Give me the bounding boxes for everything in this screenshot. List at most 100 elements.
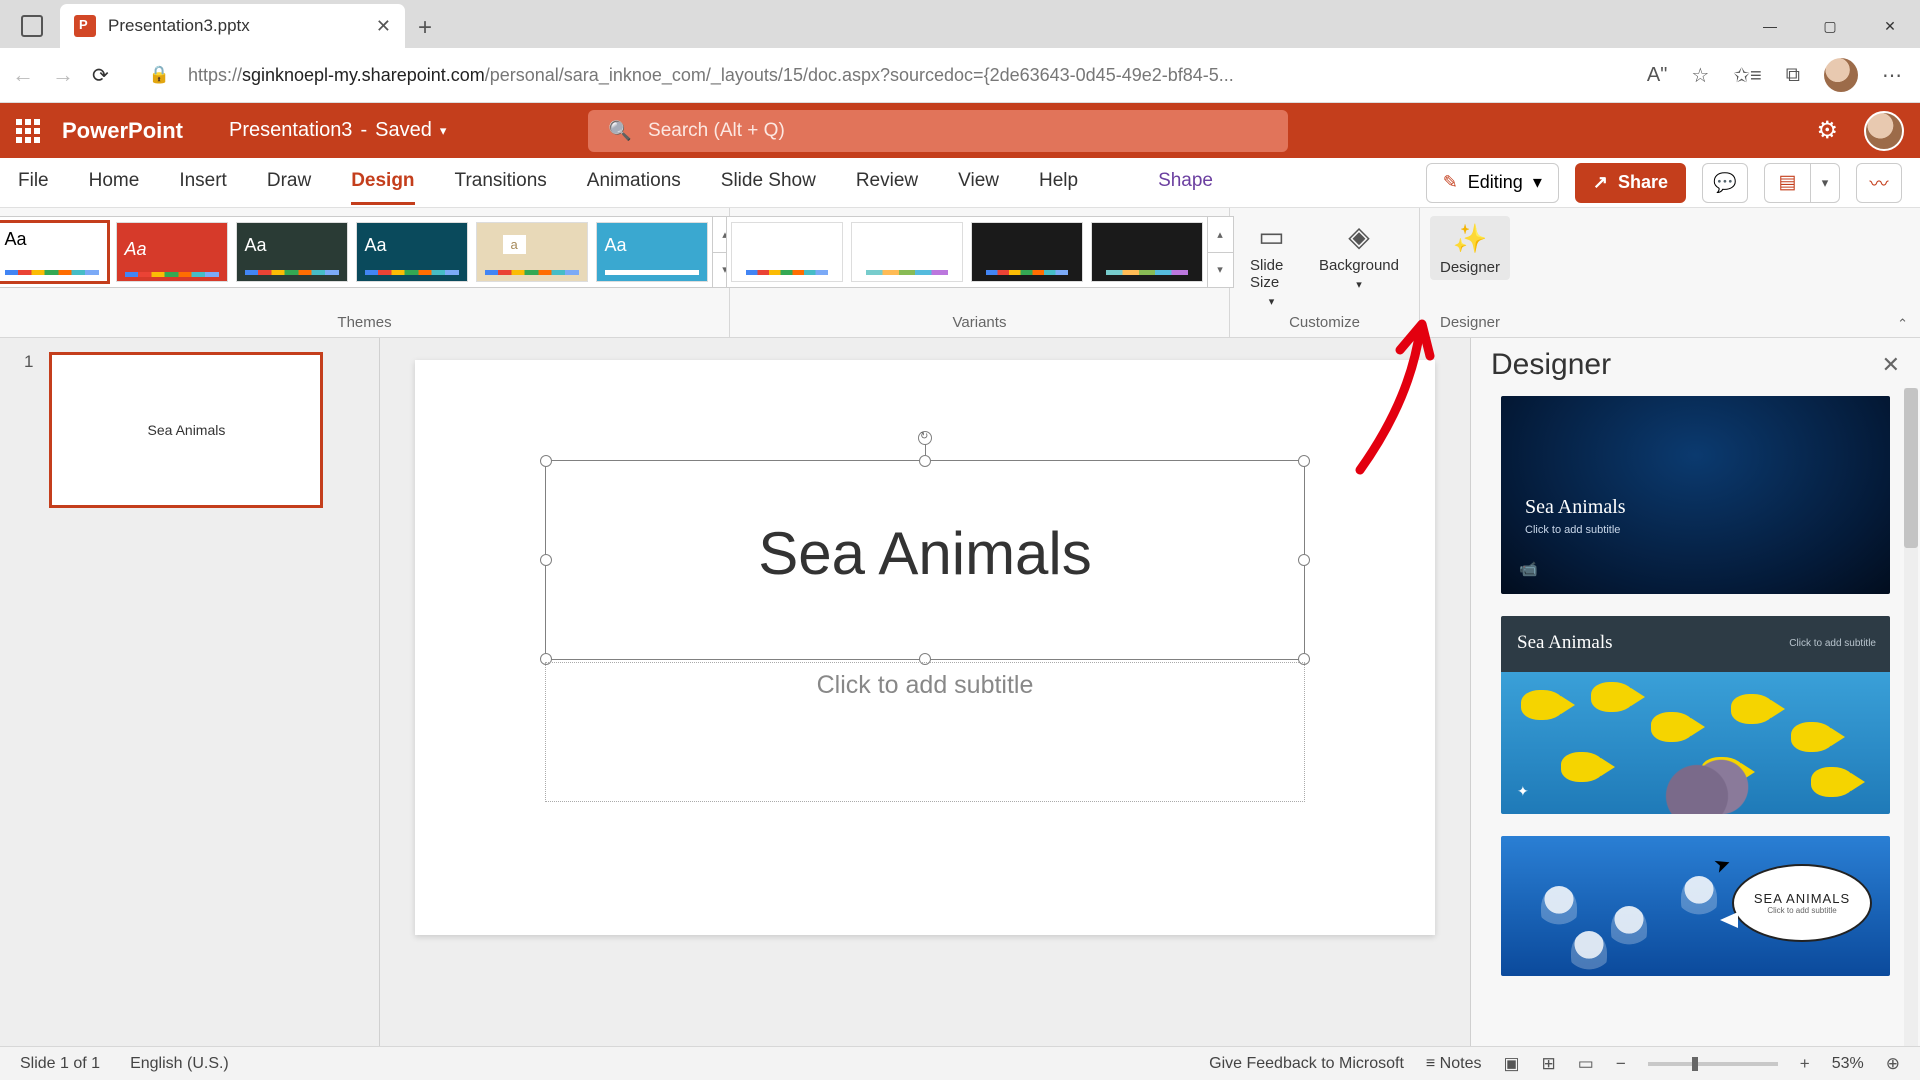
theme-item[interactable]: Aa <box>356 222 468 282</box>
feedback-link[interactable]: Give Feedback to Microsoft <box>1209 1055 1404 1073</box>
share-label: Share <box>1618 172 1668 193</box>
slide-counter[interactable]: Slide 1 of 1 <box>20 1055 100 1073</box>
normal-view-icon[interactable]: ▣ <box>1503 1054 1519 1074</box>
minimize-button[interactable]: — <box>1740 4 1800 48</box>
tab-review[interactable]: Review <box>856 160 918 205</box>
variant-item[interactable] <box>971 222 1083 282</box>
close-tab-icon[interactable]: ✕ <box>376 16 391 37</box>
zoom-in-button[interactable]: + <box>1800 1054 1810 1074</box>
sorter-view-icon[interactable]: ⊞ <box>1542 1054 1556 1074</box>
designer-button[interactable]: ✨ Designer <box>1430 216 1510 280</box>
design-suggestion[interactable]: SEA ANIMALS Click to add subtitle <box>1501 836 1890 976</box>
language-indicator[interactable]: English (U.S.) <box>130 1055 229 1073</box>
favorite-star-icon[interactable]: ☆ <box>1691 63 1709 88</box>
slide-canvas[interactable]: Sea Animals Click to add subtitle <box>415 360 1435 935</box>
rotate-handle[interactable] <box>918 431 932 445</box>
more-menu-icon[interactable]: ⋯ <box>1882 63 1902 88</box>
zoom-level[interactable]: 53% <box>1832 1055 1864 1073</box>
resize-handle[interactable] <box>540 554 552 566</box>
doc-name-text: Presentation3 <box>229 119 352 142</box>
close-window-button[interactable]: ✕ <box>1860 4 1920 48</box>
tab-slideshow[interactable]: Slide Show <box>721 160 816 205</box>
designer-pane: Designer ✕ Sea Animals Click to add subt… <box>1470 338 1920 1046</box>
refresh-button[interactable]: ⟳ <box>92 63 109 88</box>
close-pane-icon[interactable]: ✕ <box>1882 352 1900 378</box>
tab-actions-button[interactable] <box>9 3 54 48</box>
group-label-customize: Customize <box>1289 314 1360 335</box>
maximize-button[interactable]: ▢ <box>1800 4 1860 48</box>
zoom-out-button[interactable]: − <box>1616 1054 1626 1074</box>
url-path: /personal/sara_inknoe_com/_layouts/15/do… <box>485 65 1234 85</box>
forward-button: → <box>52 62 74 88</box>
theme-item[interactable]: Aa <box>596 222 708 282</box>
tab-transitions[interactable]: Transitions <box>455 160 547 205</box>
profile-avatar[interactable] <box>1824 58 1858 92</box>
slide-title[interactable]: Sea Animals <box>546 461 1304 588</box>
account-avatar[interactable] <box>1864 111 1904 151</box>
theme-item[interactable]: a <box>476 222 588 282</box>
slide-size-button[interactable]: ▭ Slide Size ▾ <box>1240 216 1303 312</box>
designer-scrollbar[interactable] <box>1904 388 1918 1046</box>
tab-design[interactable]: Design <box>351 160 414 205</box>
group-label-designer: Designer <box>1440 314 1500 335</box>
resize-handle[interactable] <box>540 455 552 467</box>
fit-to-window-icon[interactable]: ⊕ <box>1886 1054 1900 1074</box>
search-input[interactable]: 🔍 Search (Alt + Q) <box>588 110 1288 152</box>
comments-button[interactable]: 💬 <box>1702 163 1748 203</box>
theme-item[interactable]: Aa <box>236 222 348 282</box>
background-button[interactable]: ◈ Background ▾ <box>1309 216 1409 312</box>
notes-button[interactable]: ≡ Notes <box>1426 1055 1482 1073</box>
zoom-slider[interactable] <box>1648 1062 1778 1066</box>
design-suggestion[interactable]: Sea Animals Click to add subtitle 📹 <box>1501 396 1890 594</box>
browser-tab[interactable]: Presentation3.pptx ✕ <box>60 4 405 48</box>
slide-canvas-area[interactable]: Sea Animals Click to add subtitle <box>380 338 1470 1046</box>
tab-home[interactable]: Home <box>89 160 140 205</box>
variant-item[interactable] <box>1091 222 1203 282</box>
present-button[interactable]: ▤ <box>1764 163 1810 203</box>
subtitle-placeholder: Click to add subtitle <box>546 671 1304 700</box>
subtitle-text-box[interactable]: Click to add subtitle <box>545 662 1305 802</box>
design-suggestion[interactable]: Sea Animals Click to add subtitle ✦ <box>1501 616 1890 814</box>
url-field[interactable]: https://sginknoepl-my.sharepoint.com/per… <box>188 65 1629 86</box>
group-designer: ✨ Designer Designer <box>1420 208 1520 337</box>
new-tab-button[interactable]: + <box>405 8 445 48</box>
share-button[interactable]: ↗ Share <box>1575 163 1686 203</box>
collections-icon[interactable]: ⧉ <box>1786 64 1800 87</box>
back-button[interactable]: ← <box>12 62 34 88</box>
tab-file[interactable]: File <box>18 160 49 205</box>
video-icon: 📹 <box>1519 560 1538 578</box>
favorites-icon[interactable]: ✩≡ <box>1733 63 1761 88</box>
slide-size-label: Slide Size <box>1250 257 1293 291</box>
tab-animations[interactable]: Animations <box>587 160 681 205</box>
tab-draw[interactable]: Draw <box>267 160 311 205</box>
present-dropdown[interactable]: ▾ <box>1810 163 1840 203</box>
activity-button[interactable]: 〰 <box>1856 163 1902 203</box>
variants-more-button[interactable]: ▴▾ <box>1207 217 1233 287</box>
theme-item[interactable]: Aa <box>116 222 228 282</box>
editing-label: Editing <box>1468 172 1523 193</box>
settings-gear-icon[interactable]: ⚙ <box>1816 116 1838 145</box>
slide-thumbnail[interactable]: Sea Animals <box>49 352 323 508</box>
tab-insert[interactable]: Insert <box>179 160 227 205</box>
app-name: PowerPoint <box>62 118 183 144</box>
tab-view[interactable]: View <box>958 160 999 205</box>
tab-help[interactable]: Help <box>1039 160 1078 205</box>
designer-wand-icon: ✨ <box>1453 222 1488 255</box>
variant-item[interactable] <box>731 222 843 282</box>
resize-handle[interactable] <box>1298 554 1310 566</box>
resize-handle[interactable] <box>1298 455 1310 467</box>
editing-mode-button[interactable]: ✎ Editing ▾ <box>1426 163 1559 203</box>
themes-gallery[interactable]: Aa Aa Aa Aa a Aa ▴▾ <box>0 216 739 288</box>
tab-shape[interactable]: Shape <box>1158 160 1213 205</box>
site-info-icon[interactable]: 🔒 <box>149 65 170 85</box>
resize-handle[interactable] <box>919 455 931 467</box>
document-name[interactable]: Presentation3 - Saved ▾ <box>229 119 446 142</box>
variant-item[interactable] <box>851 222 963 282</box>
theme-item[interactable]: Aa <box>0 222 108 282</box>
reading-view-icon[interactable]: ▭ <box>1578 1054 1594 1074</box>
reader-mode-icon[interactable]: A" <box>1647 64 1667 87</box>
status-bar: Slide 1 of 1 English (U.S.) Give Feedbac… <box>0 1046 1920 1080</box>
variants-gallery[interactable]: ▴▾ <box>726 216 1234 288</box>
app-launcher-icon[interactable] <box>16 119 40 143</box>
title-text-box[interactable]: Sea Animals <box>545 460 1305 660</box>
